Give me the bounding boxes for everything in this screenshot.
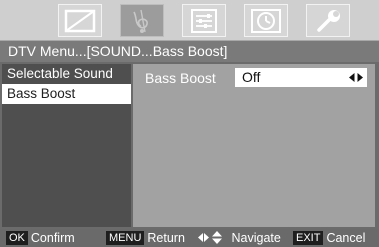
tv-menu-screen: DTV Menu...[SOUND...Bass Boost] Selectab… — [0, 0, 379, 247]
ok-key: OK — [6, 231, 28, 245]
setup-icon — [191, 8, 217, 33]
help-confirm: OK Confirm — [6, 229, 75, 247]
navigate-label: Navigate — [231, 231, 281, 245]
navigate-arrows-icon — [198, 231, 222, 244]
settings-panel: Bass Boost Off — [133, 64, 375, 227]
tab-picture[interactable] — [58, 4, 102, 37]
picture-icon — [64, 9, 96, 32]
category-icon-bar — [0, 0, 379, 40]
tab-sound[interactable] — [120, 4, 164, 37]
menu-item-selectable-sound[interactable]: Selectable Sound — [2, 64, 131, 84]
bass-boost-value: Off — [242, 69, 261, 85]
left-menu: Selectable Sound Bass Boost — [2, 64, 131, 227]
exit-key: EXIT — [293, 231, 324, 245]
confirm-label: Confirm — [30, 231, 75, 245]
return-label: Return — [147, 231, 185, 245]
help-cancel: EXIT Cancel — [293, 229, 365, 247]
menu-key: MENU — [106, 231, 145, 245]
menu-item-bass-boost[interactable]: Bass Boost — [2, 84, 131, 104]
help-navigate: Navigate — [198, 229, 281, 247]
help-return: MENU Return — [106, 229, 185, 247]
tab-setup[interactable] — [182, 4, 226, 37]
help-bar: OK Confirm MENU Return Navigate EXIT Cancel — [0, 229, 379, 247]
tools-icon — [317, 9, 340, 32]
page-title: DTV Menu...[SOUND...Bass Boost] — [0, 40, 379, 62]
bass-boost-label: Bass Boost — [145, 70, 216, 86]
sound-icon — [133, 9, 148, 33]
left-right-arrows-icon[interactable] — [349, 73, 363, 82]
bass-boost-selector[interactable]: Off — [235, 68, 367, 87]
tab-timer[interactable] — [244, 4, 288, 37]
clock-icon — [251, 8, 281, 33]
cancel-label: Cancel — [326, 231, 366, 245]
tab-tools[interactable] — [306, 4, 350, 37]
